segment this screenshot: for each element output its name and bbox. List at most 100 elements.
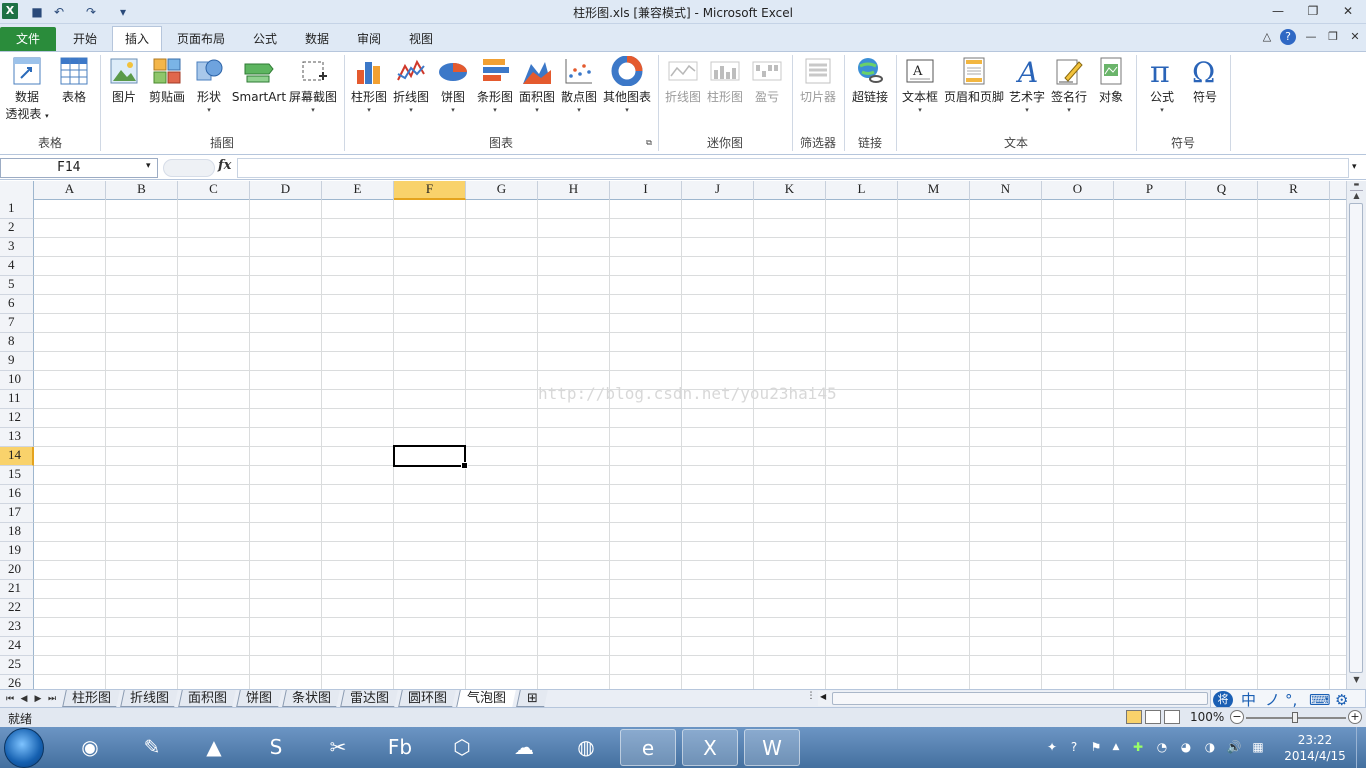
next-sheet-icon[interactable]: ▶ — [32, 691, 44, 707]
flash-builder-icon[interactable]: Fb — [372, 729, 428, 766]
zoom-level[interactable]: 100% — [1190, 710, 1224, 724]
snipping-tool-icon[interactable]: ✂ — [310, 729, 366, 766]
sheet-tab-column[interactable]: 柱形图 — [62, 690, 120, 707]
last-sheet-icon[interactable]: ⏭ — [46, 691, 58, 707]
row-header[interactable]: 26 — [0, 675, 34, 689]
tab-formulas[interactable]: 公式 — [240, 27, 290, 51]
excel-app-icon[interactable]: X — [2, 3, 18, 19]
textbox-button[interactable]: A 文本框 ▾ — [898, 56, 942, 114]
minimize-ribbon-icon[interactable]: △ — [1258, 28, 1276, 46]
sheet-tab-pie[interactable]: 饼图 — [236, 690, 282, 707]
normal-view-icon[interactable] — [1126, 710, 1142, 724]
row-header[interactable]: 18 — [0, 523, 34, 542]
row-header[interactable]: 11 — [0, 390, 34, 409]
column-header[interactable]: A — [34, 181, 106, 200]
cloud-drive-icon[interactable]: ☁ — [496, 729, 552, 766]
horizontal-scrollbar[interactable]: ◀ — [818, 691, 1208, 706]
header-footer-button[interactable]: 页眉和页脚 — [942, 56, 1006, 106]
customize-qat-icon[interactable]: ▾ — [114, 3, 132, 21]
show-desktop-button[interactable] — [1356, 727, 1366, 768]
row-header[interactable]: 2 — [0, 219, 34, 238]
row-header[interactable]: 13 — [0, 428, 34, 447]
symbol-button[interactable]: Ω 符号 — [1184, 56, 1226, 106]
horizontal-scroll-thumb[interactable] — [832, 692, 1208, 705]
slicer-button[interactable]: 切片器 — [796, 56, 840, 106]
vertical-scroll-thumb[interactable] — [1349, 203, 1363, 673]
equation-button[interactable]: π 公式 ▾ — [1140, 56, 1184, 114]
column-header[interactable]: G — [466, 181, 538, 200]
tab-view[interactable]: 视图 — [396, 27, 446, 51]
page-break-view-icon[interactable] — [1164, 710, 1180, 724]
column-header[interactable]: H — [538, 181, 610, 200]
wordart-button[interactable]: A 艺术字 ▾ — [1006, 56, 1048, 114]
column-header[interactable]: N — [970, 181, 1042, 200]
ie-icon[interactable]: e — [620, 729, 676, 766]
expand-formula-bar-icon[interactable]: ▾ — [1352, 162, 1357, 172]
table-button[interactable]: 表格 — [52, 56, 96, 106]
close-button[interactable]: ✕ — [1333, 1, 1363, 21]
zoom-in-icon[interactable]: + — [1348, 710, 1362, 724]
scroll-down-icon[interactable]: ▼ — [1350, 675, 1363, 684]
formula-bar-splitter[interactable] — [163, 159, 215, 177]
formula-input[interactable] — [237, 158, 1349, 178]
row-header[interactable]: 15 — [0, 466, 34, 485]
other-charts-button[interactable]: 其他图表 ▾ — [600, 56, 654, 114]
sparkline-line-button[interactable]: 折线图 — [662, 56, 704, 106]
row-header[interactable]: 9 — [0, 352, 34, 371]
help-icon[interactable]: ? — [1280, 29, 1296, 45]
tray-help-icon[interactable]: ? — [1066, 739, 1082, 755]
sublime-icon[interactable]: S — [248, 729, 304, 766]
undo-icon[interactable]: ↶ — [50, 3, 68, 21]
row-header[interactable]: 21 — [0, 580, 34, 599]
charts-dialog-launcher-icon[interactable]: ⧉ — [642, 138, 656, 156]
tray-network-icon[interactable]: ✦ — [1044, 739, 1060, 755]
row-header[interactable]: 23 — [0, 618, 34, 637]
row-header[interactable]: 22 — [0, 599, 34, 618]
column-header[interactable]: D — [250, 181, 322, 200]
vertical-scrollbar[interactable]: ▬ ▲ ▼ — [1346, 181, 1366, 689]
row-header[interactable]: 25 — [0, 656, 34, 675]
tab-data[interactable]: 数据 — [292, 27, 342, 51]
start-button[interactable] — [4, 728, 44, 768]
scroll-up-icon[interactable]: ▲ — [1350, 191, 1363, 200]
picture-button[interactable]: 图片 — [104, 56, 144, 106]
pivottable-button[interactable]: 数据 透视表 ▾ — [4, 56, 50, 125]
tab-split-handle[interactable]: ⋮ — [806, 691, 816, 706]
row-header[interactable]: 7 — [0, 314, 34, 333]
restore-button[interactable]: ❐ — [1298, 1, 1328, 21]
excel-taskbar-icon[interactable]: X — [682, 729, 738, 766]
sheet-tab-bubble[interactable]: 气泡图 — [456, 690, 516, 707]
column-header[interactable]: I — [610, 181, 682, 200]
split-box-icon[interactable]: ▬ — [1350, 181, 1363, 191]
virtualbox-icon[interactable]: ⬡ — [434, 729, 490, 766]
row-header[interactable]: 10 — [0, 371, 34, 390]
row-header[interactable]: 24 — [0, 637, 34, 656]
pie-chart-button[interactable]: 饼图 ▾ — [432, 56, 474, 114]
column-header[interactable]: L — [826, 181, 898, 200]
minimize-button[interactable]: — — [1263, 1, 1293, 21]
save-icon[interactable]: ■ — [28, 3, 46, 21]
workbook-minimize-icon[interactable]: — — [1302, 28, 1320, 46]
first-sheet-icon[interactable]: ⏮ — [4, 691, 16, 707]
tray-flag-icon[interactable]: ⚑ — [1088, 739, 1104, 755]
column-header[interactable]: K — [754, 181, 826, 200]
column-header[interactable]: Q — [1186, 181, 1258, 200]
signature-line-button[interactable]: 签名行 ▾ — [1048, 56, 1090, 114]
sheet-tab-area[interactable]: 面积图 — [178, 690, 236, 707]
bar-chart-button[interactable]: 条形图 ▾ — [474, 56, 516, 114]
hyperlink-button[interactable]: 超链接 — [848, 56, 892, 106]
zoom-slider-knob[interactable] — [1292, 712, 1298, 723]
sheet-tab-donut[interactable]: 圆环图 — [398, 690, 456, 707]
matlab-icon[interactable]: ▲ — [186, 729, 242, 766]
column-header[interactable]: M — [898, 181, 970, 200]
column-header[interactable]: C — [178, 181, 250, 200]
name-box-dropdown-icon[interactable]: ▾ — [146, 161, 151, 171]
row-header[interactable]: 3 — [0, 238, 34, 257]
row-header[interactable]: 16 — [0, 485, 34, 504]
line-chart-button[interactable]: 折线图 ▾ — [390, 56, 432, 114]
row-header[interactable]: 5 — [0, 276, 34, 295]
tab-page-layout[interactable]: 页面布局 — [166, 27, 236, 51]
tray-qq-icon-3[interactable]: ◑ — [1202, 739, 1218, 755]
shapes-button[interactable]: 形状 ▾ — [190, 56, 228, 114]
row-header[interactable]: 19 — [0, 542, 34, 561]
